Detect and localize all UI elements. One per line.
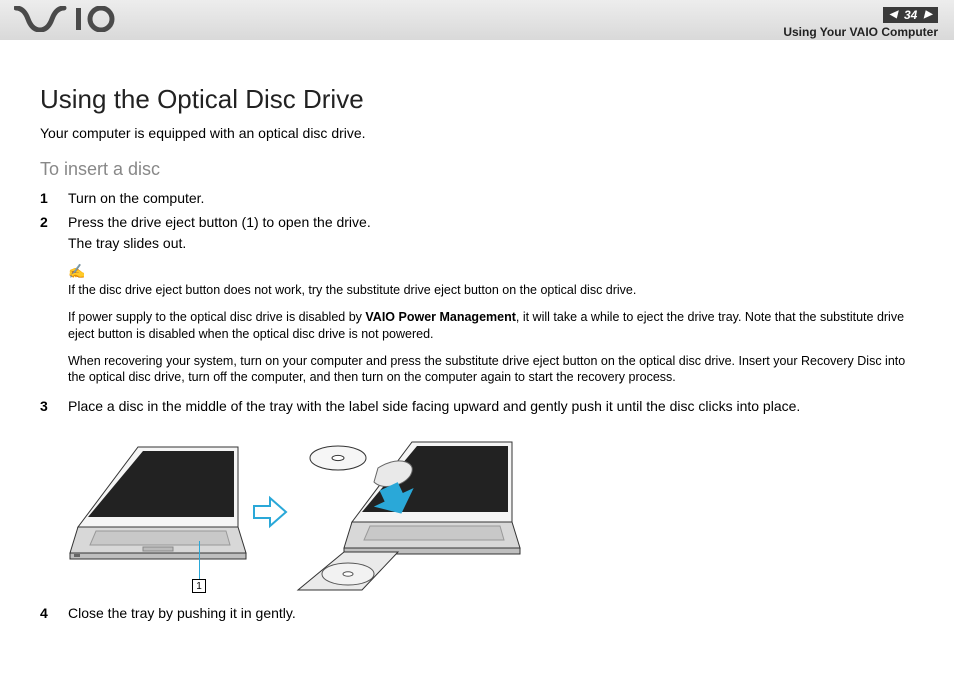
- section-heading: To insert a disc: [40, 159, 914, 180]
- next-page-button[interactable]: ▶: [920, 9, 936, 20]
- note-bold: VAIO Power Management: [365, 310, 516, 324]
- header-right: ◀ 34 ▶ Using Your VAIO Computer: [783, 4, 938, 39]
- prev-page-button[interactable]: ◀: [885, 9, 901, 20]
- step-2: 2 Press the drive eject button (1) to op…: [40, 212, 914, 253]
- laptop-closed-image: [68, 437, 248, 587]
- step-text-line: Press the drive eject button (1) to open…: [68, 214, 371, 230]
- page-content: Using the Optical Disc Drive Your comput…: [0, 40, 954, 623]
- disc-insert-illustration: 1: [68, 431, 538, 593]
- step-text-line: The tray slides out.: [68, 235, 186, 251]
- step-number: 3: [40, 396, 68, 416]
- page-header: ◀ 34 ▶ Using Your VAIO Computer: [0, 0, 954, 40]
- arrow-right-icon: [250, 492, 290, 532]
- step-text: Close the tray by pushing it in gently.: [68, 603, 914, 623]
- step-text: Turn on the computer.: [68, 188, 914, 208]
- callout-label: 1: [192, 579, 206, 593]
- step-3: 3 Place a disc in the middle of the tray…: [40, 396, 914, 416]
- note-text: If power supply to the optical disc driv…: [68, 309, 914, 343]
- step-number: 2: [40, 212, 68, 253]
- note-icon: ✍: [68, 263, 914, 280]
- intro-text: Your computer is equipped with an optica…: [40, 125, 914, 141]
- page-title: Using the Optical Disc Drive: [40, 84, 914, 115]
- page-number: 34: [901, 8, 920, 22]
- note-block: ✍ If the disc drive eject button does no…: [68, 263, 914, 386]
- step-number: 4: [40, 603, 68, 623]
- step-1: 1 Turn on the computer.: [40, 188, 914, 208]
- note-fragment: If power supply to the optical disc driv…: [68, 310, 365, 324]
- breadcrumb: Using Your VAIO Computer: [783, 25, 938, 39]
- step-4: 4 Close the tray by pushing it in gently…: [40, 603, 914, 623]
- vaio-logo: [14, 6, 124, 32]
- step-number: 1: [40, 188, 68, 208]
- note-text: If the disc drive eject button does not …: [68, 282, 914, 299]
- note-text: When recovering your system, turn on you…: [68, 353, 914, 387]
- laptop-open-tray-image: [292, 432, 522, 592]
- step-text: Press the drive eject button (1) to open…: [68, 212, 914, 253]
- callout-line: [199, 541, 200, 579]
- step-text: Place a disc in the middle of the tray w…: [68, 396, 914, 416]
- page-navigator: ◀ 34 ▶: [883, 7, 938, 23]
